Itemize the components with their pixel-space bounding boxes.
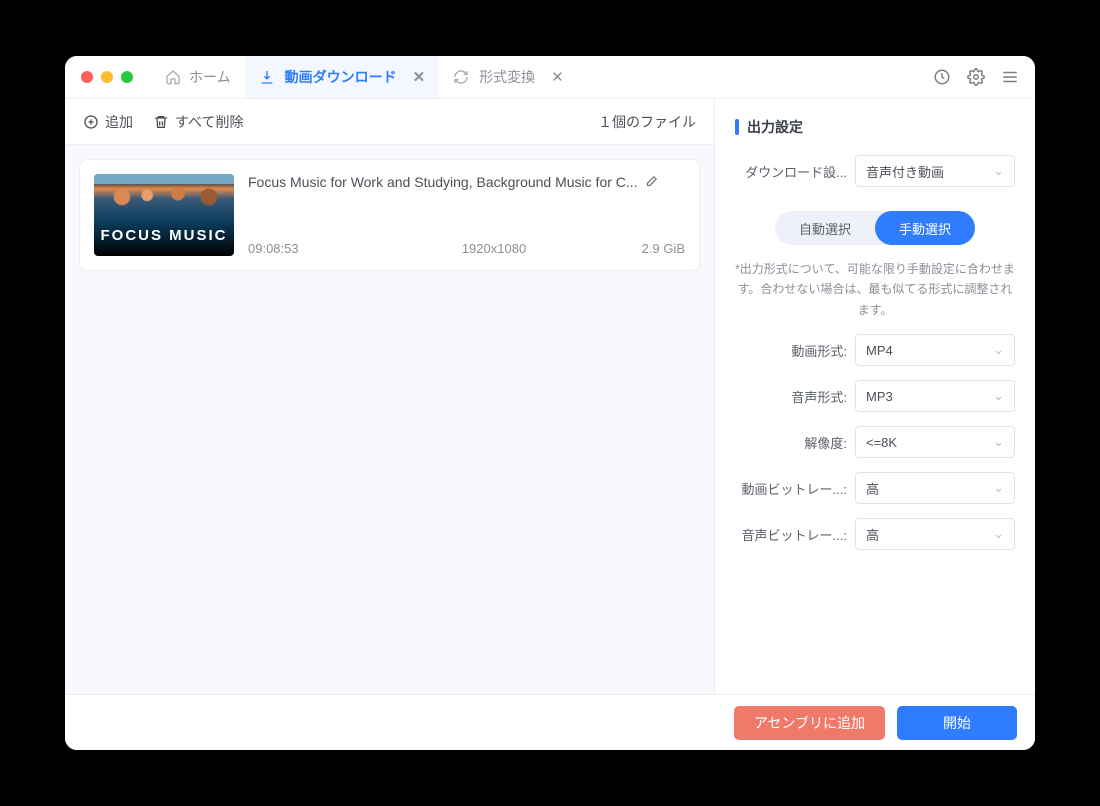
- download-setting-label: ダウンロード設...: [735, 162, 847, 181]
- close-window[interactable]: [81, 71, 93, 83]
- thumbnail-text: FOCUS MUSIC: [94, 227, 234, 244]
- settings-icon[interactable]: [967, 68, 985, 86]
- file-duration: 09:08:53: [248, 241, 403, 256]
- download-icon: [259, 69, 275, 85]
- tab-convert-label: 形式変換: [479, 67, 535, 87]
- file-count: １個のファイル: [598, 112, 696, 132]
- settings-note: *出力形式について、可能な限り手動設定に合わせます。合わせない場合は、最も似てる…: [735, 259, 1015, 320]
- file-resolution: 1920x1080: [403, 241, 585, 256]
- video-format-label: 動画形式:: [735, 341, 847, 360]
- minimize-window[interactable]: [101, 71, 113, 83]
- file-info: Focus Music for Work and Studying, Backg…: [248, 174, 685, 256]
- chevron-down-icon: ⌄: [993, 526, 1004, 542]
- chevron-down-icon: ⌄: [993, 434, 1004, 450]
- audio-format-label: 音声形式:: [735, 387, 847, 406]
- audio-bitrate-select[interactable]: 高 ⌄: [855, 518, 1015, 550]
- delete-all-button[interactable]: すべて削除: [153, 112, 243, 132]
- download-setting-select[interactable]: 音声付き動画 ⌄: [855, 155, 1015, 187]
- delete-all-label: すべて削除: [175, 112, 243, 132]
- app-window: ホーム 動画ダウンロード ✕ 形式変換 ✕: [65, 56, 1035, 750]
- settings-title: 出力設定: [735, 117, 1015, 137]
- chevron-down-icon: ⌄: [993, 388, 1004, 404]
- file-title-row: Focus Music for Work and Studying, Backg…: [248, 174, 685, 190]
- refresh-icon: [453, 69, 469, 85]
- content: 追加 すべて削除 １個のファイル FOCUS MUSIC Focus Music…: [65, 98, 1035, 694]
- chevron-down-icon: ⌄: [993, 342, 1004, 358]
- thumbnail: FOCUS MUSIC: [94, 174, 234, 256]
- resolution-select[interactable]: <=8K ⌄: [855, 426, 1015, 458]
- video-bitrate-select[interactable]: 高 ⌄: [855, 472, 1015, 504]
- file-meta: 09:08:53 1920x1080 2.9 GiB: [248, 241, 685, 256]
- settings-pane: 出力設定 ダウンロード設... 音声付き動画 ⌄ 自動選択 手動選択 *出力形式…: [715, 99, 1035, 694]
- menu-icon[interactable]: [1001, 68, 1019, 86]
- edit-icon[interactable]: [644, 175, 658, 189]
- close-tab-icon[interactable]: ✕: [413, 68, 426, 86]
- start-button[interactable]: 開始: [897, 706, 1017, 740]
- file-size: 2.9 GiB: [585, 241, 685, 256]
- resolution-label: 解像度:: [735, 433, 847, 452]
- mode-segment: 自動選択 手動選択: [775, 211, 975, 245]
- left-pane: 追加 すべて削除 １個のファイル FOCUS MUSIC Focus Music…: [65, 99, 715, 694]
- video-bitrate-label: 動画ビットレー...:: [735, 479, 847, 498]
- audio-bitrate-label: 音声ビットレー...:: [735, 525, 847, 544]
- file-card[interactable]: FOCUS MUSIC Focus Music for Work and Stu…: [79, 159, 700, 271]
- chevron-down-icon: ⌄: [993, 480, 1004, 496]
- home-icon: [165, 69, 181, 85]
- tab-convert[interactable]: 形式変換 ✕: [439, 56, 578, 98]
- footer: アセンブリに追加 開始: [65, 694, 1035, 750]
- add-label: 追加: [105, 112, 133, 132]
- audio-format-select[interactable]: MP3 ⌄: [855, 380, 1015, 412]
- home-tab[interactable]: ホーム: [151, 56, 245, 98]
- tab-download[interactable]: 動画ダウンロード ✕: [245, 56, 440, 98]
- chevron-down-icon: ⌄: [993, 163, 1004, 179]
- history-icon[interactable]: [933, 68, 951, 86]
- maximize-window[interactable]: [121, 71, 133, 83]
- segment-auto[interactable]: 自動選択: [775, 211, 875, 245]
- tab-download-label: 動画ダウンロード: [285, 67, 397, 87]
- traffic-lights: [81, 71, 151, 83]
- video-format-select[interactable]: MP4 ⌄: [855, 334, 1015, 366]
- tab-bar: ホーム 動画ダウンロード ✕ 形式変換 ✕: [151, 56, 933, 98]
- segment-manual[interactable]: 手動選択: [875, 211, 975, 245]
- home-label: ホーム: [189, 67, 231, 87]
- titlebar: ホーム 動画ダウンロード ✕ 形式変換 ✕: [65, 56, 1035, 98]
- file-title: Focus Music for Work and Studying, Backg…: [248, 174, 638, 190]
- add-button[interactable]: 追加: [83, 112, 133, 132]
- file-toolbar: 追加 すべて削除 １個のファイル: [65, 99, 714, 145]
- close-tab-icon[interactable]: ✕: [551, 68, 564, 86]
- file-list: FOCUS MUSIC Focus Music for Work and Stu…: [65, 145, 714, 694]
- add-to-assembly-button[interactable]: アセンブリに追加: [734, 706, 885, 740]
